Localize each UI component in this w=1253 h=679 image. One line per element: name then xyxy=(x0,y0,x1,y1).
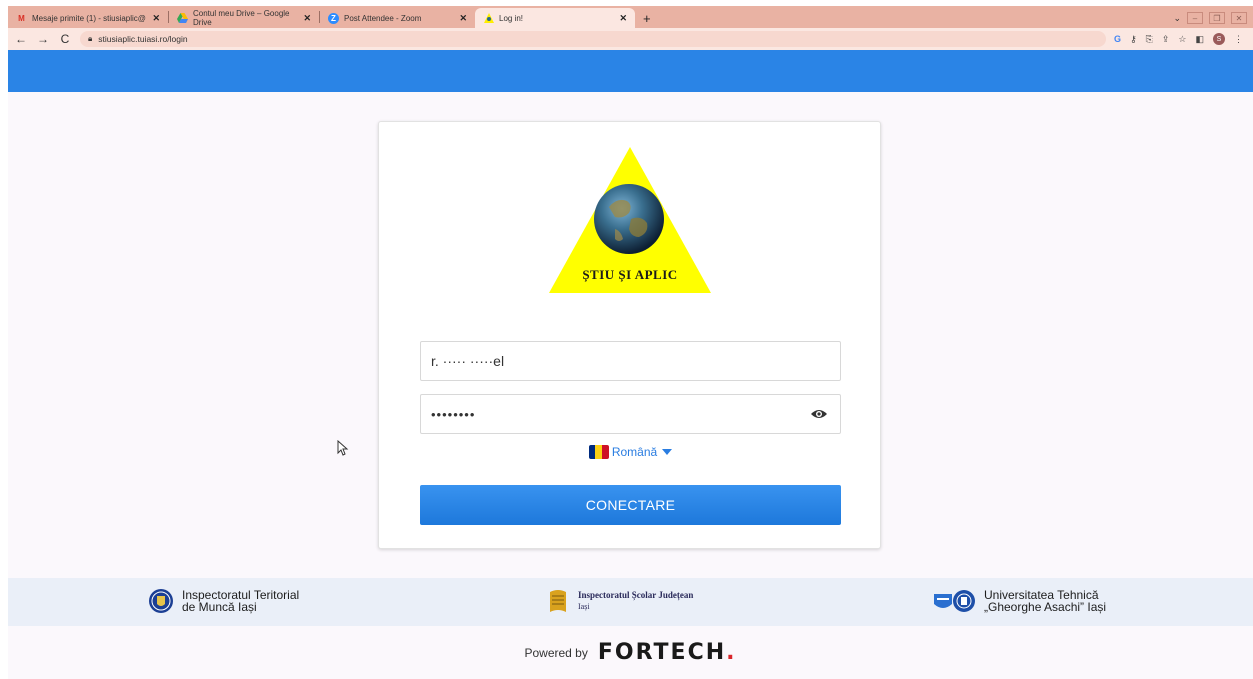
chevron-down-icon xyxy=(662,449,673,455)
password-value: •••••••• xyxy=(431,406,476,422)
share-icon[interactable]: ⇪ xyxy=(1162,34,1170,45)
mouse-cursor-icon xyxy=(337,440,349,456)
powered-by-label: Powered by xyxy=(524,645,588,660)
partner-name-line-1: Inspectoratul Școlar Județean xyxy=(578,590,694,600)
page: ȘTIU ȘI APLIC r. ····· ·····el •••••••• … xyxy=(8,50,1253,679)
close-icon[interactable]: ✕ xyxy=(152,13,160,24)
lock-icon: 🔒︎ xyxy=(88,34,93,43)
forward-icon[interactable]: → xyxy=(36,32,50,46)
browser-tab-strip: M Mesaje primite (1) - stiusiaplic@ ✕ Co… xyxy=(8,6,1253,28)
tab-login[interactable]: Log in! ✕ xyxy=(475,8,635,28)
tab-google-drive[interactable]: Contul meu Drive – Google Drive ✕ xyxy=(169,8,319,28)
toolbar-icons: G ⚷ ⎘ ⇪ ☆ ◧ S ⋮ xyxy=(1114,33,1247,45)
close-icon[interactable]: ✕ xyxy=(619,13,627,24)
partners-band: Inspectoratul Teritorial de Muncă Iași I… xyxy=(8,578,1253,626)
logo: ȘTIU ȘI APLIC xyxy=(549,147,711,295)
window-controls: ⌄ – ❐ ✕ xyxy=(1173,8,1253,28)
fortech-logo[interactable]: FORTECH. xyxy=(598,640,737,665)
brand-text: FORTECH xyxy=(597,640,727,665)
partner-isj[interactable]: Inspectoratul Școlar Județean Iași xyxy=(546,586,693,616)
maximize-icon[interactable]: ❐ xyxy=(1209,12,1225,24)
partner-tuiasi[interactable]: Universitatea Tehnică „Gheorghe Asachi” … xyxy=(932,586,1106,616)
username-value: r. ····· ·····el xyxy=(431,353,505,369)
tab-zoom[interactable]: Z Post Attendee - Zoom ✕ xyxy=(320,8,475,28)
partner-name-line: de Muncă Iași xyxy=(182,600,257,614)
isj-book-icon xyxy=(550,590,566,612)
tuiasi-logo-icon xyxy=(934,590,975,612)
browser-toolbar: ← → C 🔒︎ stiusiaplic.tuiasi.ro/login G ⚷… xyxy=(8,28,1253,50)
username-field[interactable]: r. ····· ·····el xyxy=(420,341,841,381)
site-icon xyxy=(483,13,494,24)
logo-text: ȘTIU ȘI APLIC xyxy=(582,267,678,282)
tab-title: Post Attendee - Zoom xyxy=(344,13,422,23)
gmail-icon: M xyxy=(18,13,25,23)
partner-name-line: Inspectoratul Școlar Județean Iași xyxy=(578,590,693,612)
menu-icon[interactable]: ⋮ xyxy=(1234,34,1243,45)
tab-gmail[interactable]: M Mesaje primite (1) - stiusiaplic@ ✕ xyxy=(8,8,168,28)
connect-button[interactable]: CONECTARE xyxy=(420,485,841,525)
close-icon[interactable]: ✕ xyxy=(459,13,467,24)
translate-icon[interactable]: ⎘ xyxy=(1146,34,1153,45)
reload-icon[interactable]: C xyxy=(58,32,72,46)
avatar[interactable]: S xyxy=(1213,33,1225,45)
powered-by: Powered by FORTECH. xyxy=(8,640,1253,665)
tab-title: Mesaje primite (1) - stiusiaplic@ xyxy=(32,13,146,23)
eye-icon[interactable] xyxy=(808,403,830,425)
tab-title: Log in! xyxy=(499,13,524,23)
partner-name-line: „Gheorghe Asachi” Iași xyxy=(984,600,1107,614)
partner-itm-name: Inspectoratul Teritorial de Muncă Iași xyxy=(182,589,299,613)
language-label: Română xyxy=(611,445,658,459)
close-window-icon[interactable]: ✕ xyxy=(1231,12,1247,24)
romania-coat-of-arms-icon xyxy=(149,589,173,613)
partner-tuiasi-name: Universitatea Tehnică „Gheorghe Asachi” … xyxy=(984,589,1106,613)
minimize-icon[interactable]: – xyxy=(1187,12,1203,24)
password-field[interactable]: •••••••• xyxy=(420,394,841,434)
login-card: ȘTIU ȘI APLIC r. ····· ·····el •••••••• … xyxy=(378,121,881,549)
zoom-icon: Z xyxy=(328,12,339,24)
new-tab-button[interactable]: + xyxy=(635,8,659,28)
language-selector[interactable]: Română xyxy=(379,445,882,459)
partner-itm[interactable]: Inspectoratul Teritorial de Muncă Iași xyxy=(148,586,299,616)
address-bar[interactable]: 🔒︎ stiusiaplic.tuiasi.ro/login xyxy=(80,31,1107,47)
partner-name-line-2: Iași xyxy=(578,602,590,611)
key-icon[interactable]: ⚷ xyxy=(1130,34,1137,45)
google-icon[interactable]: G xyxy=(1114,34,1121,44)
header-band xyxy=(8,50,1253,92)
close-icon[interactable]: ✕ xyxy=(303,13,311,24)
brand-dot: . xyxy=(726,640,737,665)
tab-title: Contul meu Drive – Google Drive xyxy=(193,9,290,27)
star-icon[interactable]: ☆ xyxy=(1178,34,1186,45)
url-text: stiusiaplic.tuiasi.ro/login xyxy=(98,34,188,44)
drive-icon xyxy=(177,13,188,24)
partner-isj-name: Inspectoratul Școlar Județean Iași xyxy=(578,590,693,612)
tab-search-icon[interactable]: ⌄ xyxy=(1173,13,1181,24)
romania-flag-icon xyxy=(588,445,609,459)
sidebar-icon[interactable]: ◧ xyxy=(1195,34,1204,45)
back-icon[interactable]: ← xyxy=(14,32,28,46)
